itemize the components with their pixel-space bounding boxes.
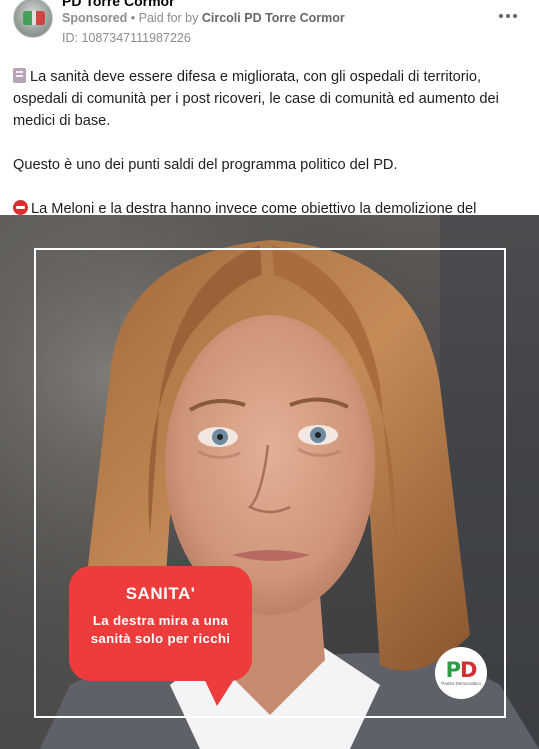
post-header: PD Torre Cormor Sponsored • Paid for by … [0, 0, 539, 56]
no-entry-icon [13, 200, 28, 215]
avatar-logo [23, 11, 45, 25]
pd-logo-caption: Partito Democratico [441, 681, 481, 686]
paid-for-prefix: Paid for by [138, 11, 202, 25]
speech-bubble-tail [200, 670, 240, 706]
bubble-text: La destra mira a una sanità solo per ric… [90, 613, 231, 646]
post-paragraph: La sanità deve essere difesa e migliorat… [13, 66, 528, 132]
bubble-title: SANITA' [125, 584, 196, 603]
more-horizontal-icon-dot [513, 14, 517, 18]
sponsored-label[interactable]: Sponsored [62, 11, 127, 25]
ad-id: ID: 1087347111987226 [62, 31, 191, 45]
ad-creative-image[interactable]: SANITA' La destra mira a una sanità solo… [0, 215, 539, 749]
post-paragraph: Questo è uno dei punti saldi del program… [13, 157, 398, 173]
memo-icon [13, 68, 26, 83]
meta-separator: • [127, 11, 139, 25]
sponsored-meta: Sponsored • Paid for by Circoli PD Torre… [62, 11, 345, 25]
more-horizontal-icon [499, 14, 503, 18]
pd-party-logo: PD Partito Democratico [435, 647, 487, 699]
page-avatar[interactable] [13, 0, 53, 38]
page-name-link[interactable]: PD Torre Cormor [62, 0, 175, 9]
speech-bubble: SANITA' La destra mira a una sanità solo… [69, 566, 252, 681]
more-horizontal-icon-dot [506, 14, 510, 18]
pd-logo-mark: PD [445, 658, 478, 682]
payer-link[interactable]: Circoli PD Torre Cormor [202, 11, 345, 25]
more-options-button[interactable] [495, 6, 521, 26]
paragraph-1-text: La sanità deve essere difesa e migliorat… [13, 69, 499, 129]
